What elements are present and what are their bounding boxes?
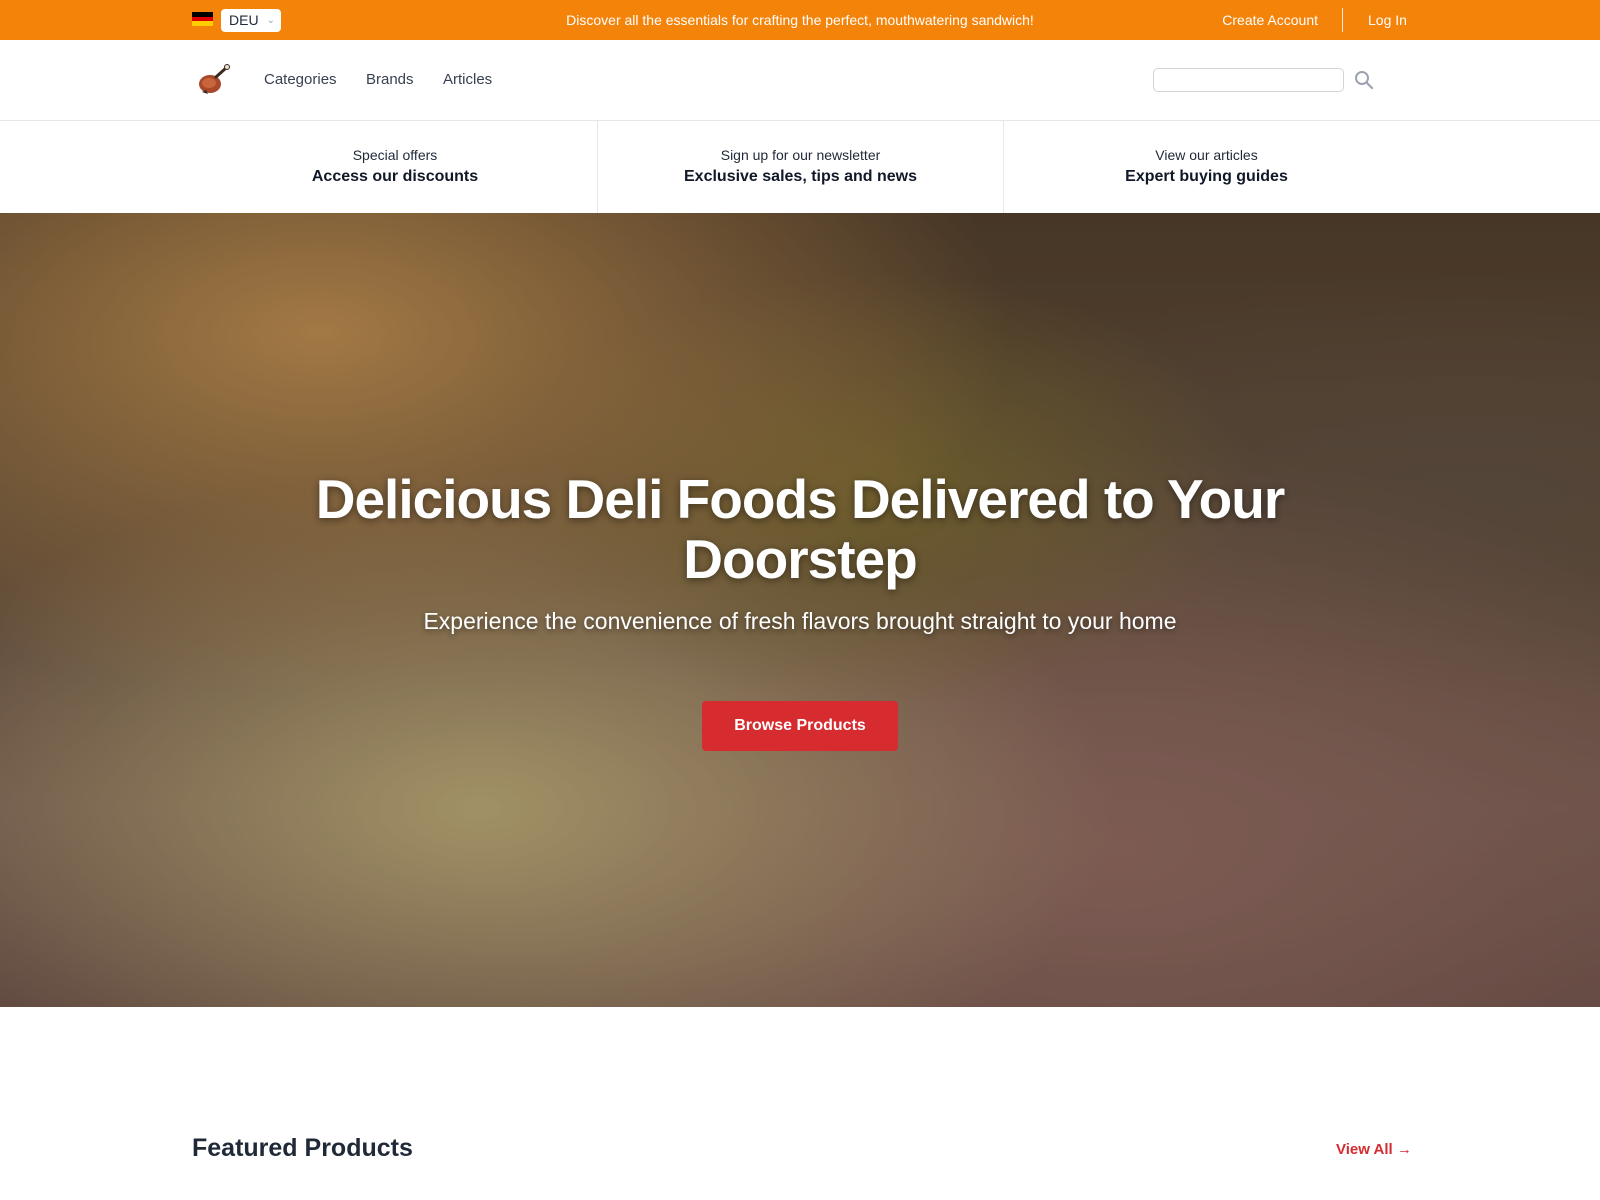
newsletter-card[interactable]: Sign up for our newsletter Exclusive sal… <box>598 121 1003 213</box>
main-nav: Categories Brands Articles <box>0 40 1600 121</box>
special-offers-label: Special offers <box>352 147 438 163</box>
topbar-divider <box>1342 8 1343 32</box>
special-offers-heading: Access our discounts <box>311 168 479 185</box>
newsletter-heading: Exclusive sales, tips and news <box>684 168 917 185</box>
browse-products-button[interactable]: Browse Products <box>702 701 898 751</box>
articles-card[interactable]: View our articles Expert buying guides <box>1004 121 1409 213</box>
roast-leg-logo-icon[interactable] <box>196 64 230 98</box>
special-offers-card[interactable]: Special offers Access our discounts <box>194 121 596 213</box>
newsletter-label: Sign up for our newsletter <box>720 147 881 163</box>
log-in-link[interactable]: Log In <box>1368 0 1407 40</box>
nav-articles-link[interactable]: Articles <box>443 40 492 120</box>
featured-products-heading: Featured Products <box>192 1134 413 1162</box>
view-all-link[interactable]: View All → <box>1336 1141 1412 1158</box>
benefits-strip: Special offers Access our discounts Sign… <box>0 121 1600 213</box>
hero-title: Delicious Deli Foods Delivered to Your D… <box>315 468 1286 590</box>
search-input[interactable] <box>1153 68 1344 92</box>
search-icon[interactable] <box>1353 69 1375 91</box>
hero-banner: Delicious Deli Foods Delivered to Your D… <box>0 213 1600 1007</box>
promo-message: Discover all the essentials for crafting… <box>566 12 1034 28</box>
hero-subtitle: Experience the convenience of fresh flav… <box>423 608 1177 634</box>
articles-label: View our articles <box>1155 147 1258 163</box>
nav-categories-link[interactable]: Categories <box>264 40 337 120</box>
nav-brands-link[interactable]: Brands <box>366 40 414 120</box>
announcement-bar: DEU ⌄ Discover all the essentials for cr… <box>0 0 1600 40</box>
create-account-link[interactable]: Create Account <box>1222 0 1318 40</box>
articles-heading: Expert buying guides <box>1125 168 1288 185</box>
